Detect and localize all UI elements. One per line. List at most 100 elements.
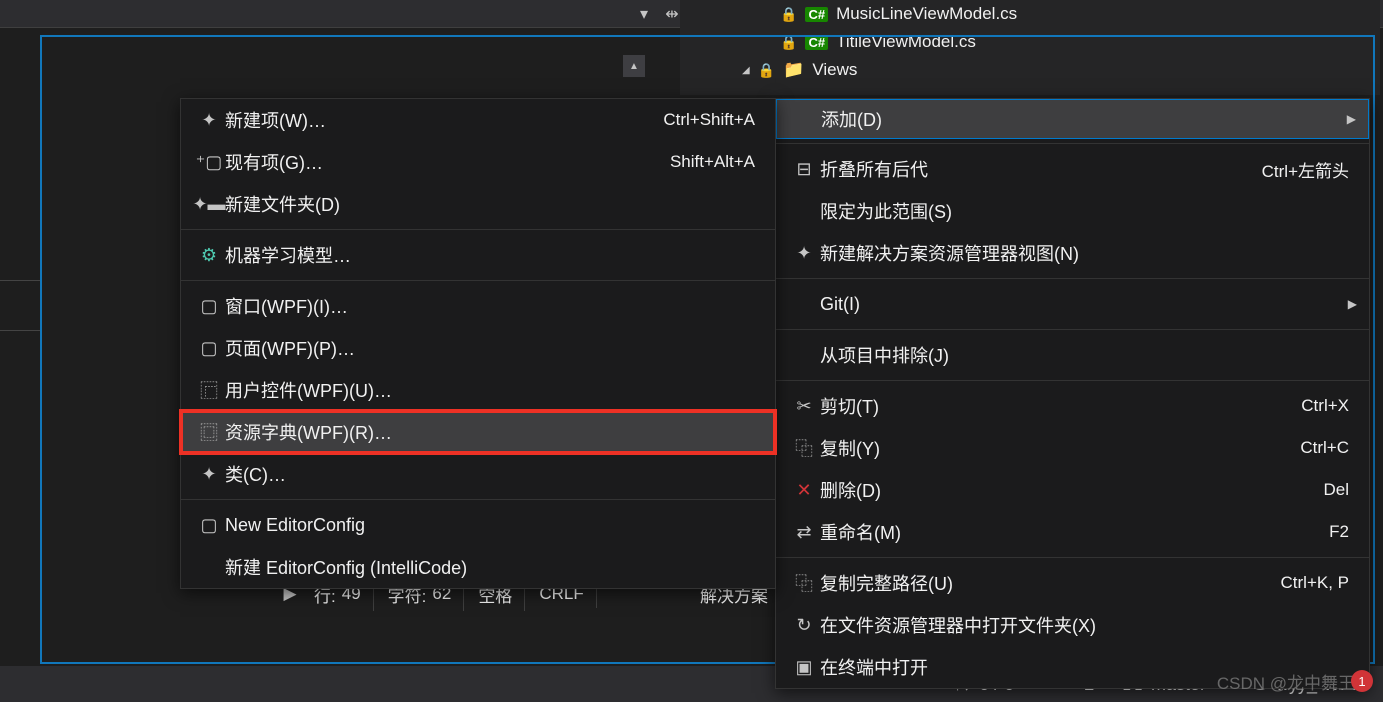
menu-item-label: 现有项(G)…: [225, 149, 670, 175]
menu-item-icon: ⿻: [788, 435, 820, 461]
menu-item-label: 用户控件(WPF)(U)…: [225, 377, 763, 403]
menu-item-label: 添加(D): [821, 106, 1347, 132]
menu-item[interactable]: ▢页面(WPF)(P)…: [181, 327, 775, 369]
menu-item-shortcut: Ctrl+K, P: [1281, 573, 1350, 593]
tree-file-item[interactable]: 🔒 C# TitileViewModel.cs: [680, 28, 1380, 56]
menu-item-icon: ▢: [193, 515, 225, 536]
menu-item-icon: ✦: [193, 464, 225, 485]
menu-item[interactable]: ✦新建项(W)…Ctrl+Shift+A: [181, 99, 775, 141]
menu-item[interactable]: ⿻复制完整路径(U)Ctrl+K, P: [776, 562, 1369, 604]
file-name: TitileViewModel.cs: [836, 32, 976, 52]
menu-item-label: 类(C)…: [225, 461, 763, 487]
menu-item[interactable]: 从项目中排除(J): [776, 334, 1369, 376]
menu-item-icon: ⚙: [193, 245, 225, 266]
menu-item-icon: ⿸: [193, 377, 225, 403]
menu-item-icon: ↻: [788, 615, 820, 636]
menu-item-label: Git(I): [820, 294, 1348, 315]
tree-file-item[interactable]: 🔒 C# MusicLineViewModel.cs: [680, 0, 1380, 28]
menu-item[interactable]: ⿸用户控件(WPF)(U)…: [181, 369, 775, 411]
lock-icon: 🔒: [780, 34, 797, 51]
menu-separator: [776, 557, 1369, 558]
menu-item[interactable]: ✦新建解决方案资源管理器视图(N): [776, 232, 1369, 274]
menu-item[interactable]: 新建 EditorConfig (IntelliCode): [181, 546, 775, 588]
menu-item-icon: ✂: [788, 396, 820, 417]
file-name: MusicLineViewModel.cs: [836, 4, 1017, 24]
menu-item[interactable]: ↻在文件资源管理器中打开文件夹(X): [776, 604, 1369, 646]
menu-item-shortcut: Ctrl+C: [1300, 438, 1349, 458]
menu-item-label: New EditorConfig: [225, 515, 763, 536]
menu-separator: [181, 229, 775, 230]
menu-item[interactable]: ⚙机器学习模型…: [181, 234, 775, 276]
menu-item-shortcut: Ctrl+Shift+A: [663, 110, 755, 130]
menu-item[interactable]: ⊟折叠所有后代Ctrl+左箭头: [776, 148, 1369, 190]
menu-item-label: 从项目中排除(J): [820, 342, 1357, 368]
menu-separator: [776, 380, 1369, 381]
csharp-icon: C#: [805, 35, 828, 50]
submenu-arrow-icon: ▶: [1348, 297, 1357, 311]
expand-arrow-icon[interactable]: ◢: [742, 65, 750, 76]
menu-item-icon: ✦: [788, 243, 820, 264]
menu-item-label: 窗口(WPF)(I)…: [225, 293, 763, 319]
menu-item-label: 复制(Y): [820, 435, 1300, 461]
menu-item-label: 复制完整路径(U): [820, 570, 1281, 596]
menu-item-shortcut: Shift+Alt+A: [670, 152, 755, 172]
menu-item-label: 折叠所有后代: [820, 156, 1262, 182]
menu-item-label: 删除(D): [820, 477, 1323, 503]
menu-item-icon: ✦: [193, 110, 225, 131]
menu-item-label: 新建文件夹(D): [225, 191, 763, 217]
menu-separator: [181, 499, 775, 500]
dropdown-icon[interactable]: ▾: [633, 4, 655, 24]
menu-item[interactable]: ⿻复制(Y)Ctrl+C: [776, 427, 1369, 469]
menu-item[interactable]: ⁺▢现有项(G)…Shift+Alt+A: [181, 141, 775, 183]
menu-item[interactable]: ✦类(C)…: [181, 453, 775, 495]
menu-item-icon: ⿻: [788, 570, 820, 596]
watermark-text: CSDN @龙中舞王: [1217, 669, 1355, 694]
ruler-mark: [0, 330, 42, 338]
menu-item-label: 资源字典(WPF)(R)…: [225, 419, 763, 445]
menu-item[interactable]: ▢窗口(WPF)(I)…: [181, 285, 775, 327]
menu-separator: [776, 329, 1369, 330]
csharp-icon: C#: [805, 7, 828, 22]
menu-item-label: 限定为此范围(S): [820, 198, 1357, 224]
menu-item-icon: ▣: [788, 657, 820, 678]
menu-item-shortcut: Ctrl+左箭头: [1262, 157, 1349, 182]
solution-explorer-tree: 🔒 C# MusicLineViewModel.cs 🔒 C# TitileVi…: [680, 0, 1380, 95]
menu-item[interactable]: ⿴资源字典(WPF)(R)…: [181, 411, 775, 453]
menu-item[interactable]: Git(I)▶: [776, 283, 1369, 325]
menu-item-icon: ⊟: [788, 159, 820, 180]
ruler-mark: [0, 280, 42, 288]
menu-item-icon: ⇄: [788, 522, 820, 543]
lock-icon: 🔒: [758, 62, 775, 79]
folder-name: Views: [812, 60, 857, 80]
notification-badge[interactable]: 1: [1351, 670, 1373, 692]
menu-item[interactable]: 限定为此范围(S): [776, 190, 1369, 232]
submenu-arrow-icon: ▶: [1347, 112, 1356, 126]
menu-separator: [776, 278, 1369, 279]
menu-item[interactable]: ▢New EditorConfig: [181, 504, 775, 546]
menu-item-label: 重命名(M): [820, 519, 1329, 545]
context-menu-primary: 添加(D)▶⊟折叠所有后代Ctrl+左箭头限定为此范围(S)✦新建解决方案资源管…: [775, 98, 1370, 689]
context-menu-submenu: ✦新建项(W)…Ctrl+Shift+A⁺▢现有项(G)…Shift+Alt+A…: [180, 98, 776, 589]
menu-item-icon: ⁺▢: [193, 152, 225, 173]
menu-item-icon: ▢: [193, 296, 225, 317]
menu-item[interactable]: 添加(D)▶: [776, 99, 1369, 139]
menu-item-label: 剪切(T): [820, 393, 1301, 419]
menu-item-shortcut: Ctrl+X: [1301, 396, 1349, 416]
menu-item[interactable]: ⇄重命名(M)F2: [776, 511, 1369, 553]
folder-icon: 📁: [783, 60, 804, 80]
menu-separator: [776, 143, 1369, 144]
menu-item-label: 在文件资源管理器中打开文件夹(X): [820, 612, 1357, 638]
menu-item[interactable]: ✦▬新建文件夹(D): [181, 183, 775, 225]
menu-item-icon: ▢: [193, 338, 225, 359]
menu-item-label: 新建项(W)…: [225, 107, 663, 133]
menu-item[interactable]: ✕删除(D)Del: [776, 469, 1369, 511]
menu-item-icon: ⿴: [193, 419, 225, 445]
tree-folder-item[interactable]: ◢ 🔒 📁 Views: [680, 56, 1380, 84]
menu-item-icon: ✦▬: [193, 194, 225, 215]
lock-icon: 🔒: [780, 6, 797, 23]
menu-item-label: 机器学习模型…: [225, 242, 763, 268]
scroll-up-button[interactable]: ▲: [623, 55, 645, 77]
menu-item-shortcut: Del: [1323, 480, 1349, 500]
menu-item[interactable]: ✂剪切(T)Ctrl+X: [776, 385, 1369, 427]
menu-separator: [181, 280, 775, 281]
